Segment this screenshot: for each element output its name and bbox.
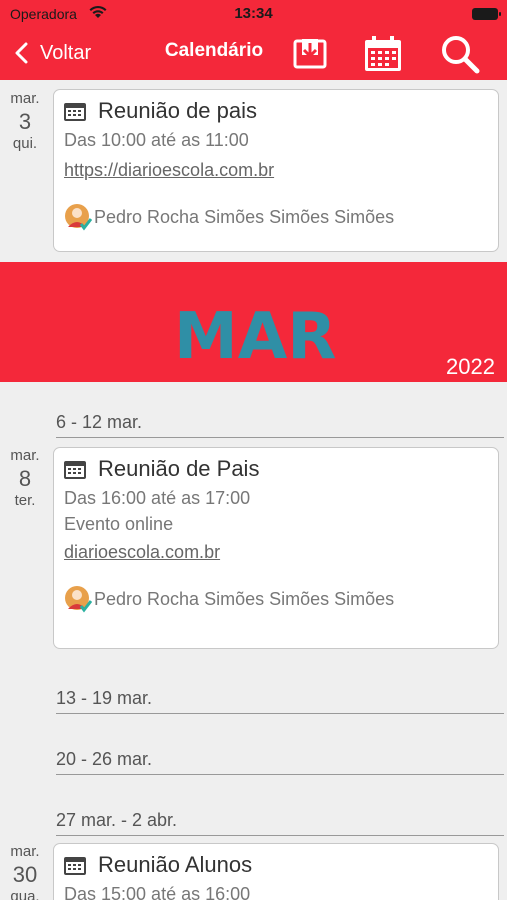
event-time: Das 15:00 até as 16:00 xyxy=(64,884,251,900)
event-card[interactable]: Reunião de pais Das 10:00 até as 11:00 h… xyxy=(53,89,499,252)
event-date: mar. 8 ter. xyxy=(0,447,50,509)
event-card[interactable]: Reunião de Pais Das 16:00 até as 17:00 E… xyxy=(53,447,499,649)
event-weekday: ter. xyxy=(14,492,36,509)
event-month: mar. xyxy=(10,90,40,107)
back-label: Voltar xyxy=(40,41,92,64)
event-title-row: Reunião Alunos xyxy=(64,852,252,878)
event-day: 30 xyxy=(12,862,38,887)
month-art-text: MAR xyxy=(174,300,337,374)
teacher-avatar-icon xyxy=(65,586,92,613)
calendar-small-icon xyxy=(64,103,86,121)
week-header: 13 - 19 mar. xyxy=(56,688,504,714)
export-button[interactable] xyxy=(290,34,330,74)
back-button[interactable]: Voltar xyxy=(12,38,91,68)
week-header: 6 - 12 mar. xyxy=(56,412,504,438)
event-date: mar. 3 qui. xyxy=(0,90,50,152)
event-title-row: Reunião de pais xyxy=(64,98,257,124)
event-location: Evento online xyxy=(64,514,174,534)
status-bar: Operadora 13:34 xyxy=(0,0,507,28)
event-time: Das 10:00 até as 11:00 xyxy=(64,130,249,150)
event-title: Reunião Alunos xyxy=(98,852,253,877)
event-date: mar. 30 qua. xyxy=(0,843,50,900)
month-banner: MAR 2022 xyxy=(0,262,507,382)
page-title: Calendário xyxy=(164,40,264,61)
event-author-name: Pedro Rocha Simões Simões Simões xyxy=(94,206,395,227)
event-title-row: Reunião de Pais xyxy=(64,456,259,482)
event-weekday: qui. xyxy=(12,135,38,152)
week-header: 20 - 26 mar. xyxy=(56,749,504,775)
navigation-bar: Voltar Calendário xyxy=(0,28,507,80)
event-day: 3 xyxy=(18,109,32,134)
event-author-name: Pedro Rocha Simões Simões Simões xyxy=(94,588,395,609)
download-tray-icon xyxy=(293,39,327,69)
search-button[interactable] xyxy=(440,34,480,74)
event-day: 8 xyxy=(18,466,32,491)
event-author: Pedro Rocha Simões Simões Simões xyxy=(64,585,394,613)
month-illustration: MAR xyxy=(174,300,337,374)
event-time: Das 16:00 até as 17:00 xyxy=(64,488,251,508)
event-card[interactable]: Reunião Alunos Das 15:00 até as 16:00 xyxy=(53,843,499,900)
event-month: mar. xyxy=(10,843,40,860)
event-title: Reunião de Pais xyxy=(98,456,260,481)
week-header: 27 mar. - 2 abr. xyxy=(56,810,504,836)
search-icon xyxy=(442,36,480,74)
top-bar: Operadora 13:34 Voltar Calendário xyxy=(0,0,507,80)
status-time: 13:34 xyxy=(234,5,273,22)
event-title: Reunião de pais xyxy=(98,98,258,123)
calendar-icon xyxy=(365,36,401,71)
battery-icon xyxy=(472,8,501,20)
month-year: 2022 xyxy=(446,354,495,379)
event-weekday: qua. xyxy=(10,888,40,900)
calendar-small-icon xyxy=(64,857,86,875)
calendar-button[interactable] xyxy=(363,34,403,74)
teacher-avatar-icon xyxy=(65,204,92,231)
event-month: mar. xyxy=(10,447,40,464)
calendar-small-icon xyxy=(64,461,86,479)
event-link[interactable]: https://diarioescola.com.br xyxy=(64,160,274,181)
event-link[interactable]: diarioescola.com.br xyxy=(64,542,220,563)
chevron-left-icon xyxy=(15,42,28,64)
event-author: Pedro Rocha Simões Simões Simões xyxy=(64,203,394,231)
